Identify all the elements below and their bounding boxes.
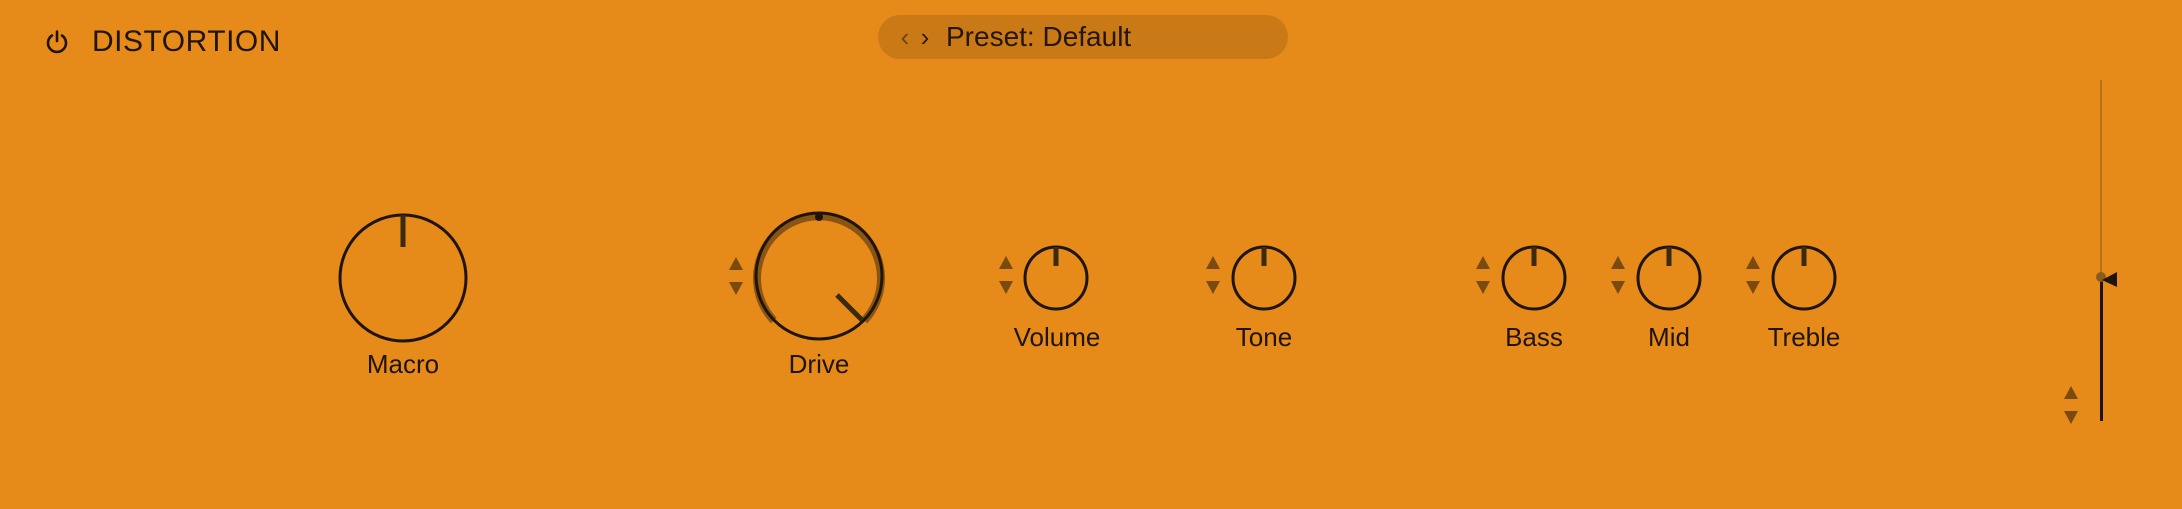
volume-label: Volume [1013, 322, 1101, 352]
bass-stepper[interactable] [1474, 254, 1492, 300]
volume-stepper[interactable] [997, 254, 1015, 300]
mid-knob[interactable] [1635, 244, 1703, 312]
mid-stepper[interactable] [1609, 254, 1627, 300]
preset-selector[interactable]: ‹ › Preset: Default [878, 15, 1288, 59]
plugin-title: DISTORTION [92, 25, 281, 58]
drive-label: Drive [788, 349, 850, 379]
treble-knob[interactable] [1770, 244, 1838, 312]
volume-knob[interactable] [1022, 244, 1090, 312]
output-stepper[interactable] [2062, 384, 2080, 430]
output-slider-fill [2100, 275, 2103, 421]
output-slider-thumb[interactable] [2092, 268, 2118, 292]
drive-stepper[interactable] [727, 255, 745, 301]
macro-knob[interactable] [336, 211, 470, 345]
plugin-header: DISTORTION [44, 22, 281, 62]
chevron-right-icon[interactable]: › [916, 15, 934, 59]
power-icon[interactable] [44, 29, 70, 55]
tone-stepper[interactable] [1204, 254, 1222, 300]
tone-knob[interactable] [1230, 244, 1298, 312]
tone-label: Tone [1235, 322, 1293, 352]
treble-stepper[interactable] [1744, 254, 1762, 300]
drive-knob[interactable] [752, 209, 886, 343]
macro-label: Macro [366, 349, 440, 379]
bass-knob[interactable] [1500, 244, 1568, 312]
chevron-left-icon[interactable]: ‹ [896, 15, 914, 59]
preset-label: Preset: Default [946, 21, 1132, 52]
treble-label: Treble [1767, 322, 1841, 352]
